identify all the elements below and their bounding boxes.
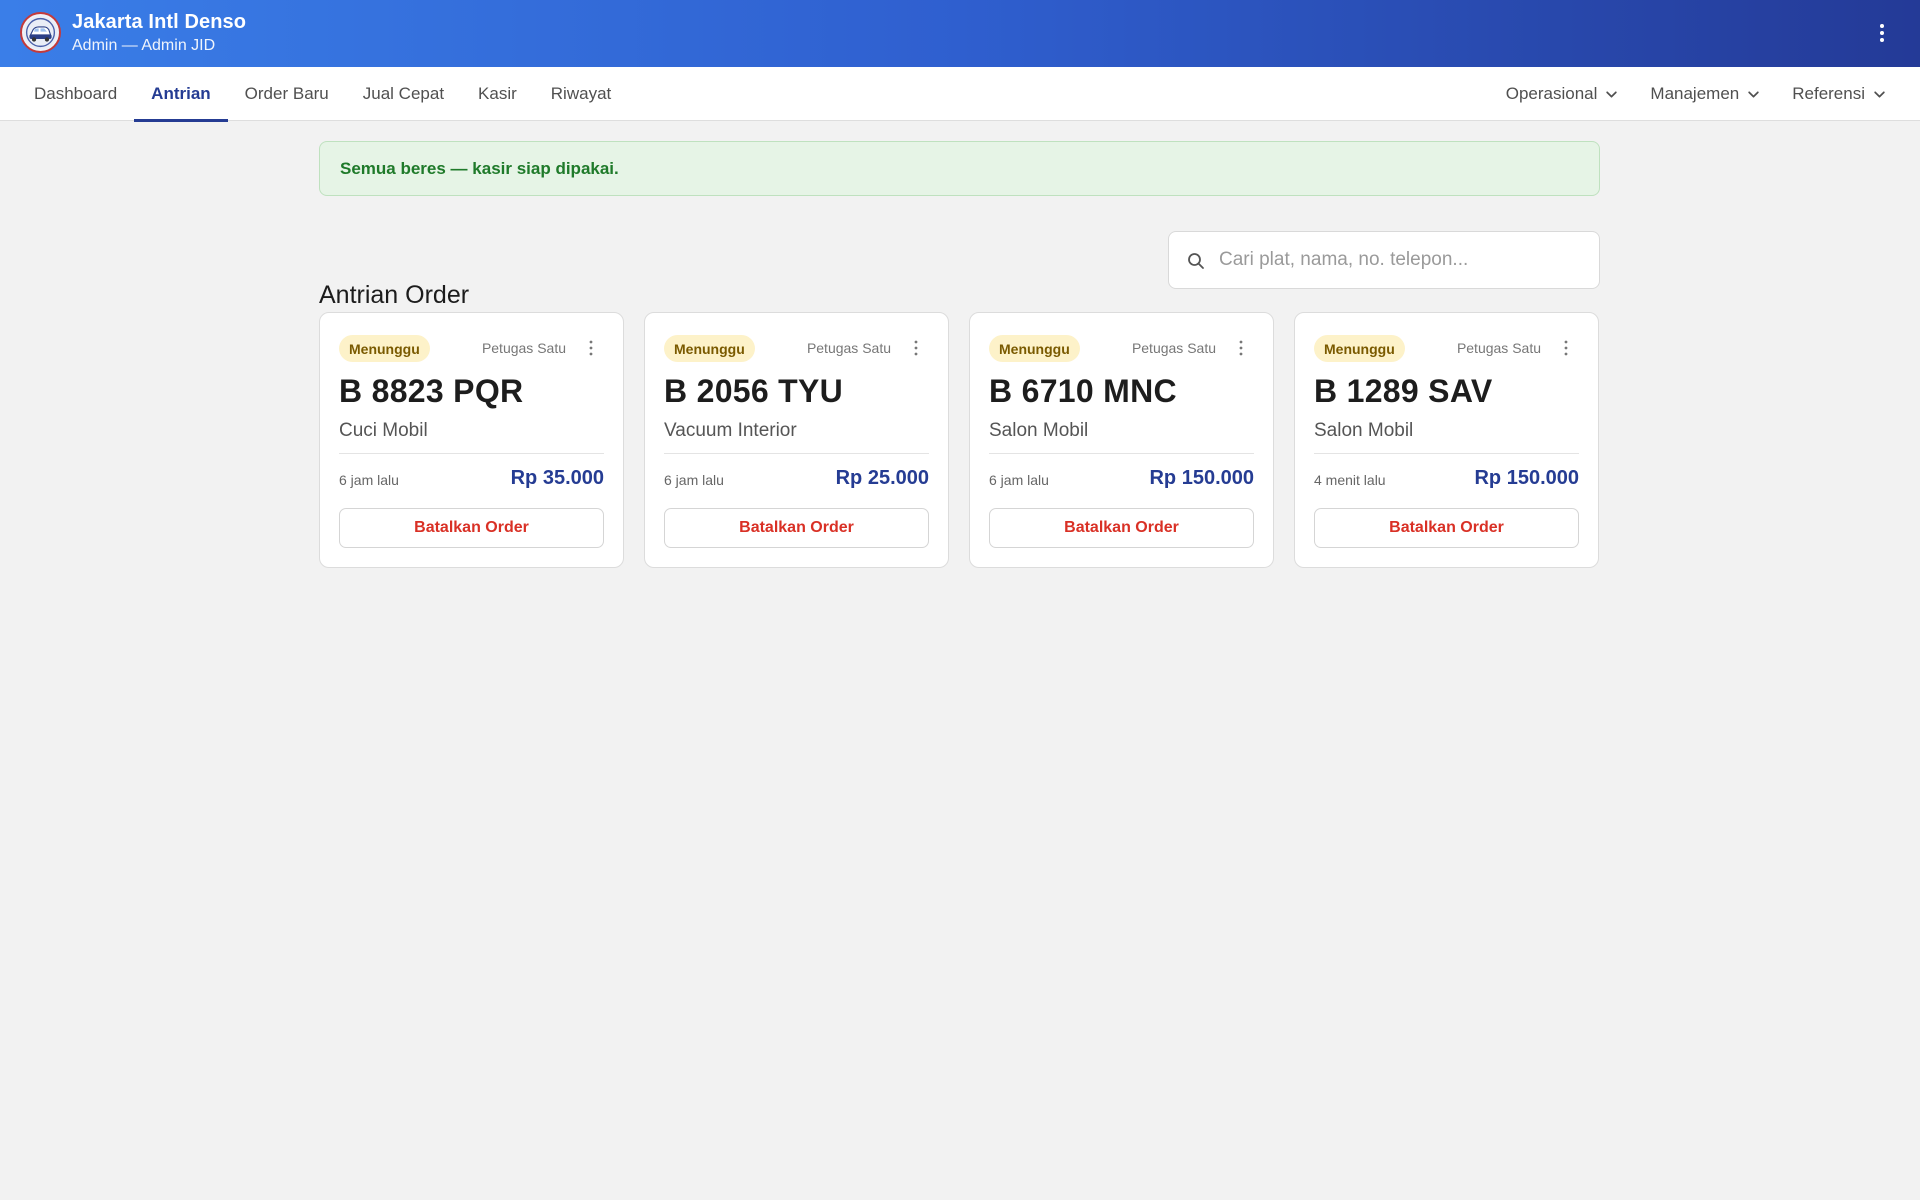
main-nav: Dashboard Antrian Order Baru Jual Cepat … <box>0 67 1920 122</box>
nav-tabs: Dashboard Antrian Order Baru Jual Cepat … <box>17 67 628 122</box>
license-plate: B 6710 MNC <box>989 373 1177 409</box>
card-menu-icon[interactable] <box>586 339 596 357</box>
license-plate: B 2056 TYU <box>664 373 844 409</box>
order-price: Rp 150.000 <box>1474 467 1579 489</box>
staff-name: Petugas Satu <box>1456 340 1541 356</box>
card-divider <box>664 453 929 454</box>
staff-name: Petugas Satu <box>806 340 891 356</box>
cancel-order-button[interactable]: Batalkan Order <box>1314 508 1579 548</box>
dropdown-label: Manajemen <box>1650 84 1740 103</box>
page-title: Antrian Order <box>319 281 470 309</box>
order-time: 4 menit lalu <box>1314 472 1386 488</box>
order-time: 6 jam lalu <box>664 472 724 488</box>
kebab-vertical-icon <box>1880 24 1884 42</box>
nav-dropdowns: Operasional Manajemen Referensi <box>1490 67 1902 121</box>
staff-name: Petugas Satu <box>1131 340 1216 356</box>
license-plate: B 8823 PQR <box>339 373 524 409</box>
card-menu-icon[interactable] <box>1561 339 1571 357</box>
search-icon <box>1188 253 1204 269</box>
order-time: 6 jam lalu <box>339 472 399 488</box>
card-divider <box>339 453 604 454</box>
order-card: Menunggu Petugas Satu B 8823 PQR Cuci Mo… <box>319 312 624 568</box>
status-badge: Menunggu <box>339 335 430 362</box>
cancel-order-button[interactable]: Batalkan Order <box>664 508 929 548</box>
card-menu-icon[interactable] <box>1236 339 1246 357</box>
app-header: Jakarta Intl Denso Admin — Admin JID <box>0 0 1920 67</box>
chevron-down-icon <box>1606 90 1618 98</box>
tab-dashboard[interactable]: Dashboard <box>17 67 134 121</box>
tab-jual-cepat[interactable]: Jual Cepat <box>346 67 461 121</box>
dropdown-operasional[interactable]: Operasional <box>1490 67 1635 121</box>
dropdown-label: Operasional <box>1505 84 1598 103</box>
service-name: Vacuum Interior <box>664 420 797 441</box>
card-divider <box>1314 453 1579 454</box>
dropdown-referensi[interactable]: Referensi <box>1776 67 1902 121</box>
order-card: Menunggu Petugas Satu B 6710 MNC Salon M… <box>969 312 1274 568</box>
order-card-list: Menunggu Petugas Satu B 8823 PQR Cuci Mo… <box>319 312 1599 568</box>
chevron-down-icon <box>1874 90 1885 98</box>
order-price: Rp 25.000 <box>835 467 929 489</box>
dropdown-manajemen[interactable]: Manajemen <box>1634 67 1776 121</box>
status-badge: Menunggu <box>1314 335 1405 362</box>
order-card: Menunggu Petugas Satu B 2056 TYU Vacuum … <box>644 312 949 568</box>
app-title: Jakarta Intl Denso <box>72 11 247 33</box>
tab-kasir[interactable]: Kasir <box>461 67 534 121</box>
license-plate: B 1289 SAV <box>1314 373 1493 409</box>
cancel-order-button[interactable]: Batalkan Order <box>339 508 604 548</box>
car-logo-icon <box>23 15 58 50</box>
order-price: Rp 150.000 <box>1149 467 1254 489</box>
tab-antrian[interactable]: Antrian <box>134 67 228 122</box>
order-price: Rp 35.000 <box>510 467 604 489</box>
service-name: Salon Mobil <box>1314 420 1414 441</box>
card-menu-icon[interactable] <box>911 339 921 357</box>
header-menu-button[interactable] <box>1866 17 1898 49</box>
dropdown-label: Referensi <box>1792 84 1865 103</box>
user-role: Admin — Admin JID <box>72 37 216 54</box>
service-name: Cuci Mobil <box>339 420 428 441</box>
main-content: Semua beres — kasir siap dipakai. Antria… <box>319 141 1600 568</box>
staff-name: Petugas Satu <box>481 340 566 356</box>
success-alert: Semua beres — kasir siap dipakai. <box>319 141 1600 196</box>
order-card: Menunggu Petugas Satu B 1289 SAV Salon M… <box>1294 312 1599 568</box>
search-input[interactable] <box>1217 232 1587 288</box>
tab-riwayat[interactable]: Riwayat <box>534 67 628 121</box>
tab-order-baru[interactable]: Order Baru <box>228 67 346 121</box>
service-name: Salon Mobil <box>989 420 1089 441</box>
order-time: 6 jam lalu <box>989 472 1049 488</box>
cancel-order-button[interactable]: Batalkan Order <box>989 508 1254 548</box>
chevron-down-icon <box>1748 90 1759 98</box>
company-logo <box>20 12 61 53</box>
card-divider <box>989 453 1254 454</box>
status-badge: Menunggu <box>664 335 755 362</box>
search-box <box>1168 231 1600 289</box>
status-badge: Menunggu <box>989 335 1080 362</box>
